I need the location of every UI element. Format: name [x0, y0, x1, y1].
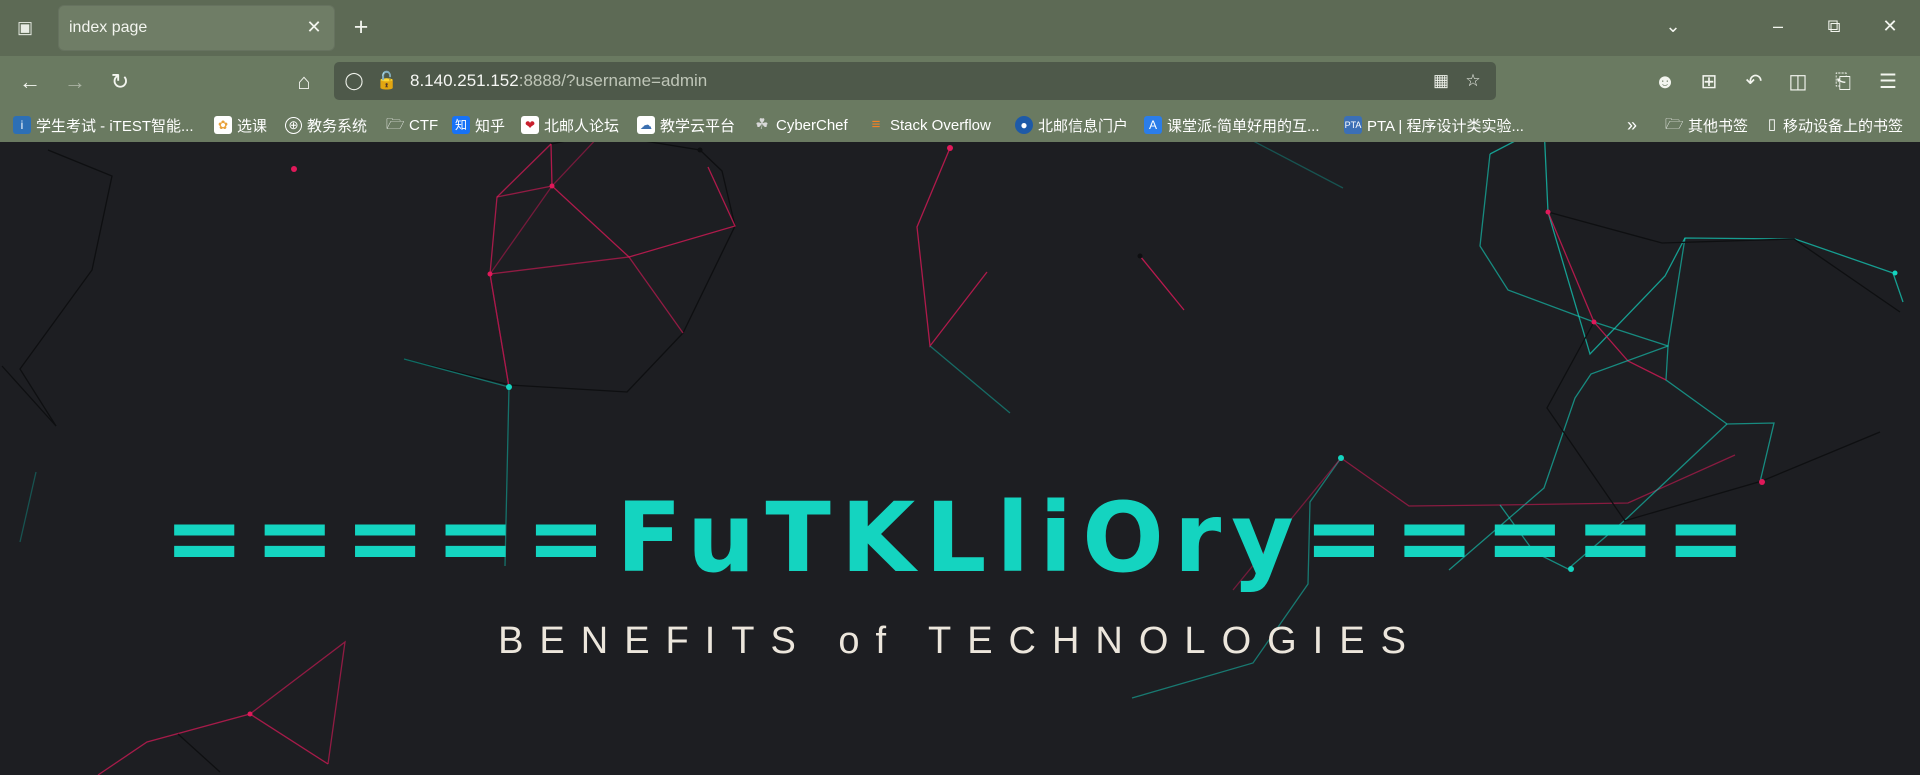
bookmark-label: 知乎 [475, 117, 506, 135]
bookmark-itest[interactable]: i 学生考试 - iTEST智能... [13, 113, 194, 137]
bookmark-cloud[interactable]: ☁ 教学云平台 [637, 113, 735, 137]
bookmark-jiaowu[interactable]: ⊕ 教务系统 [285, 113, 367, 137]
bookmark-label: 选课 [237, 117, 268, 135]
bookmark-pta[interactable]: PTA PTA | 程序设计类实验... [1344, 113, 1524, 137]
insecure-lock-icon[interactable]: 🔓 [376, 71, 397, 91]
byr-icon: ❤ [521, 116, 539, 134]
bookmark-label: 教学云平台 [660, 117, 736, 135]
chevron-down-icon[interactable]: ⌄ [1661, 16, 1685, 38]
bookmark-zhihu[interactable]: 知知乎 [452, 113, 505, 137]
restore-icon[interactable]: ⧉ [1821, 12, 1847, 40]
window-close-icon[interactable]: ✕ [1877, 12, 1903, 40]
bupt-icon: ● [1015, 116, 1033, 134]
chef-hat-icon: ☘ [755, 116, 769, 133]
tab-title: index page [69, 19, 148, 36]
zhihu-icon: 知 [452, 116, 470, 134]
xuanke-icon: ✿ [214, 116, 232, 134]
mobile-device-icon: ▯ [1767, 116, 1777, 133]
bookmark-label: 移动设备上的书签 [1783, 117, 1904, 135]
ketangpai-icon: A [1144, 116, 1162, 134]
pta-icon: PTA [1344, 116, 1362, 134]
bookmark-label: 课堂派-简单好用的互... [1167, 117, 1320, 135]
undo-icon[interactable]: ↶ [1740, 68, 1768, 96]
bookmark-ctf[interactable]: 🗁 CTF [386, 113, 438, 137]
bookmark-stackoverflow[interactable]: ≡ Stack Overflow [867, 113, 991, 137]
tab-overview-icon[interactable]: ▣ [14, 17, 36, 39]
more-bookmarks-icon[interactable]: » [1627, 113, 1637, 137]
bookmark-label: PTA | 程序设计类实验... [1367, 117, 1524, 135]
bookmark-cyberchef[interactable]: ☘ CyberChef [753, 113, 848, 137]
url-text[interactable]: 8.140.251.152:8888/?username=admin [410, 71, 707, 91]
url-rest: :8888/?username=admin [518, 71, 708, 90]
tab-active[interactable]: index page ✕ [59, 6, 334, 50]
new-tab-icon[interactable]: + [349, 12, 373, 42]
forward-icon[interactable]: → [61, 68, 89, 96]
bookmark-label: 其他书签 [1688, 117, 1749, 135]
bookmark-label: 教务系统 [307, 117, 368, 135]
account-icon[interactable]: ☻ [1651, 68, 1679, 96]
page-title: =====FuTKLliOry===== [164, 482, 1756, 594]
bookmark-label: CyberChef [776, 116, 848, 134]
bookmarks-bar: i 学生考试 - iTEST智能... ✿ 选课 ⊕ 教务系统 🗁 CTF 知知乎 ❤ 北… [0, 108, 1920, 142]
itest-icon: i [13, 116, 31, 134]
nav-bar: ← → ↻ ⌂ ◯ 🔓 8.140.251.152:8888/?username… [0, 56, 1920, 108]
globe-icon: ⊕ [285, 116, 302, 134]
cloud-icon: ☁ [637, 116, 655, 134]
stackoverflow-icon: ≡ [871, 116, 881, 133]
bookmark-label: 北邮信息门户 [1038, 117, 1129, 135]
folder-icon: 🗁 [1665, 116, 1684, 133]
star-icon[interactable]: ☆ [1463, 71, 1483, 91]
bookmark-bupt[interactable]: ● 北邮信息门户 [1015, 113, 1128, 137]
menu-icon[interactable]: ☰ [1874, 68, 1902, 96]
page-content: =====FuTKLliOry===== BENEFITS of TECHNOL… [0, 142, 1920, 775]
url-host: 8.140.251.152 [410, 71, 519, 90]
bookmark-label: CTF [409, 116, 439, 134]
bookmark-mobile[interactable]: ▯ 移动设备上的书签 [1766, 113, 1903, 137]
bookmark-ketangpai[interactable]: A 课堂派-简单好用的互... [1144, 113, 1320, 137]
crop-icon[interactable]: ⊞ [1695, 68, 1723, 96]
shield-icon[interactable]: ◯ [344, 71, 364, 91]
page-subtitle: BENEFITS of TECHNOLOGIES [498, 620, 1422, 662]
bookmark-other[interactable]: 🗁 其他书签 [1665, 113, 1748, 137]
bookmark-label: 学生考试 - iTEST智能... [36, 117, 194, 135]
bookmark-xuanke[interactable]: ✿ 选课 [214, 113, 267, 137]
url-bar[interactable]: ◯ 🔓 8.140.251.152:8888/?username=admin ▦… [334, 62, 1496, 100]
reload-icon[interactable]: ↻ [106, 68, 134, 96]
extensions-icon[interactable]: ⎗ [1829, 68, 1857, 96]
folder-icon: 🗁 [386, 116, 405, 133]
tab-bar: ▣ index page ✕ + ⌄ – ⧉ ✕ [0, 0, 1920, 56]
bookmark-label: Stack Overflow [890, 116, 991, 134]
back-icon[interactable]: ← [16, 68, 44, 96]
particle-network-background [1, 142, 1904, 775]
qr-code-icon[interactable]: ▦ [1431, 71, 1451, 91]
sidebar-icon[interactable]: ◫ [1784, 68, 1812, 96]
bookmark-label: 北邮人论坛 [544, 117, 620, 135]
minimize-icon[interactable]: – [1765, 12, 1791, 40]
bookmark-byr[interactable]: ❤ 北邮人论坛 [521, 113, 619, 137]
close-icon[interactable]: ✕ [304, 16, 324, 38]
home-icon[interactable]: ⌂ [290, 68, 318, 96]
